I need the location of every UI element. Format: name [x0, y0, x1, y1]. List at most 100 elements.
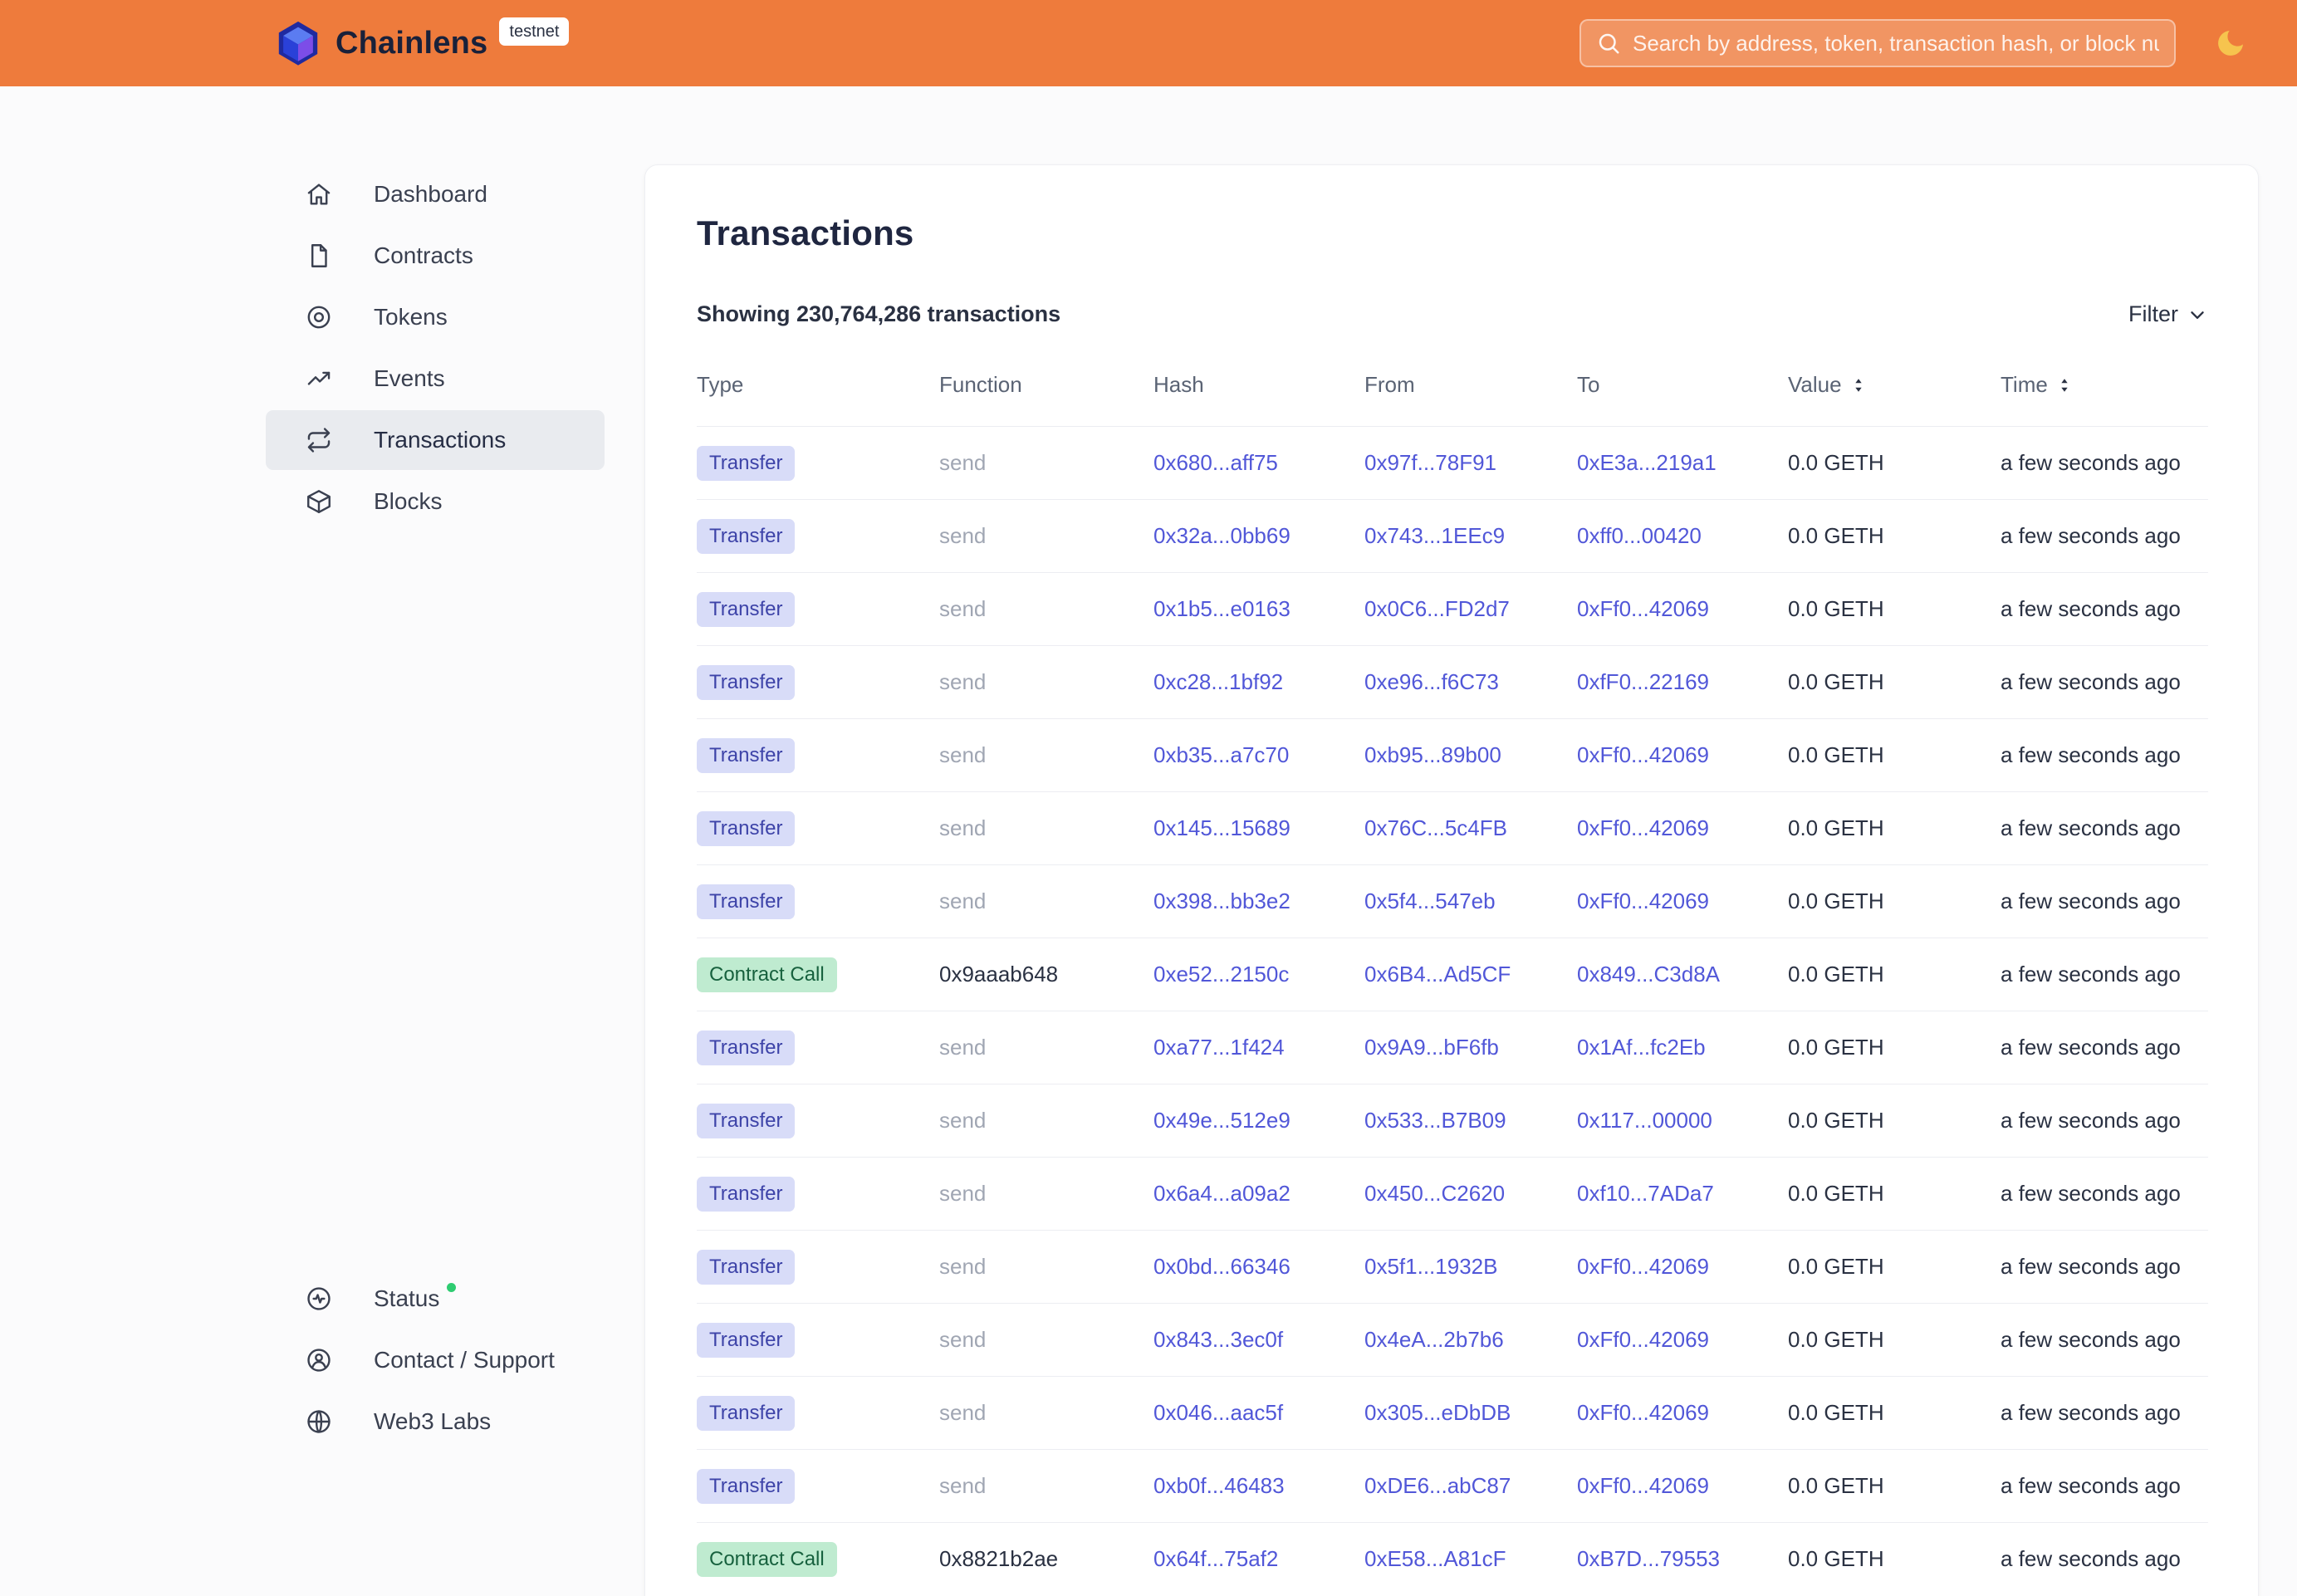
table-row: Transfersend0x680...aff750x97f...78F910x… — [697, 426, 2208, 499]
column-header-value[interactable]: Value — [1788, 372, 2001, 398]
search-bar[interactable] — [1579, 19, 2176, 67]
from-address-link[interactable]: 0x4eA...2b7b6 — [1364, 1327, 1504, 1352]
table-row: Transfersend0x145...156890x76C...5c4FB0x… — [697, 791, 2208, 864]
value-cell: 0.0 GETH — [1788, 962, 2001, 987]
to-address-link[interactable]: 0xfF0...22169 — [1577, 669, 1709, 694]
from-address-link[interactable]: 0xb95...89b00 — [1364, 742, 1501, 767]
from-cell: 0x305...eDbDB — [1364, 1400, 1577, 1426]
table-row: Transfersend0x046...aac5f0x305...eDbDB0x… — [697, 1376, 2208, 1449]
from-address-link[interactable]: 0x97f...78F91 — [1364, 450, 1496, 475]
type-cell: Transfer — [697, 1250, 939, 1285]
sort-icon — [1849, 376, 1868, 394]
sidebar-item-contact-support[interactable]: Contact / Support — [266, 1330, 605, 1390]
sidebar-item-transactions[interactable]: Transactions — [266, 410, 605, 470]
sidebar-item-label: Blocks — [374, 488, 442, 515]
time-cell: a few seconds ago — [2001, 1035, 2208, 1060]
sidebar-item-label: Contact / Support — [374, 1347, 555, 1373]
hash-cell: 0x49e...512e9 — [1153, 1108, 1364, 1133]
from-address-link[interactable]: 0x6B4...Ad5CF — [1364, 962, 1511, 986]
from-cell: 0x0C6...FD2d7 — [1364, 596, 1577, 622]
sidebar-item-contracts[interactable]: Contracts — [266, 226, 605, 286]
hash-link[interactable]: 0xb35...a7c70 — [1153, 742, 1289, 767]
hash-link[interactable]: 0xa77...1f424 — [1153, 1035, 1285, 1060]
type-cell: Transfer — [697, 592, 939, 627]
function-cell: send — [939, 450, 1153, 476]
token-icon — [305, 303, 333, 331]
from-address-link[interactable]: 0x5f4...547eb — [1364, 889, 1496, 913]
brand-name: Chainlens — [335, 26, 487, 61]
sidebar-item-label: Transactions — [374, 427, 506, 453]
from-address-link[interactable]: 0x450...C2620 — [1364, 1181, 1505, 1206]
hash-link[interactable]: 0x1b5...e0163 — [1153, 596, 1291, 621]
type-cell: Transfer — [697, 1031, 939, 1065]
to-address-link[interactable]: 0xff0...00420 — [1577, 523, 1702, 548]
sidebar-item-dashboard[interactable]: Dashboard — [266, 164, 605, 224]
hash-link[interactable]: 0x6a4...a09a2 — [1153, 1181, 1291, 1206]
hash-link[interactable]: 0xe52...2150c — [1153, 962, 1289, 986]
to-address-link[interactable]: 0x849...C3d8A — [1577, 962, 1720, 986]
to-address-link[interactable]: 0xFf0...42069 — [1577, 1473, 1709, 1498]
to-address-link[interactable]: 0xB7D...79553 — [1577, 1546, 1720, 1571]
from-cell: 0x5f1...1932B — [1364, 1254, 1577, 1280]
value-cell: 0.0 GETH — [1788, 1108, 2001, 1133]
hash-link[interactable]: 0x398...bb3e2 — [1153, 889, 1291, 913]
hash-cell: 0xb35...a7c70 — [1153, 742, 1364, 768]
sidebar-item-web3-labs[interactable]: Web3 Labs — [266, 1392, 605, 1452]
to-cell: 0xFf0...42069 — [1577, 742, 1788, 768]
to-cell: 0xE3a...219a1 — [1577, 450, 1788, 476]
function-cell: send — [939, 1035, 1153, 1060]
to-address-link[interactable]: 0xFf0...42069 — [1577, 1327, 1709, 1352]
hash-link[interactable]: 0x145...15689 — [1153, 815, 1291, 840]
hash-link[interactable]: 0x49e...512e9 — [1153, 1108, 1291, 1133]
time-cell: a few seconds ago — [2001, 815, 2208, 841]
value-cell: 0.0 GETH — [1788, 1400, 2001, 1426]
to-address-link[interactable]: 0x1Af...fc2Eb — [1577, 1035, 1706, 1060]
hash-link[interactable]: 0x64f...75af2 — [1153, 1546, 1278, 1571]
from-cell: 0xb95...89b00 — [1364, 742, 1577, 768]
to-address-link[interactable]: 0xFf0...42069 — [1577, 889, 1709, 913]
filter-button[interactable]: Filter — [2128, 301, 2208, 327]
to-address-link[interactable]: 0xFf0...42069 — [1577, 1400, 1709, 1425]
search-input[interactable] — [1633, 31, 2159, 56]
from-address-link[interactable]: 0x76C...5c4FB — [1364, 815, 1507, 840]
sidebar-item-events[interactable]: Events — [266, 349, 605, 409]
to-cell: 0xFf0...42069 — [1577, 815, 1788, 841]
hash-link[interactable]: 0x32a...0bb69 — [1153, 523, 1291, 548]
from-address-link[interactable]: 0xe96...f6C73 — [1364, 669, 1499, 694]
from-address-link[interactable]: 0x9A9...bF6fb — [1364, 1035, 1499, 1060]
to-address-link[interactable]: 0xE3a...219a1 — [1577, 450, 1717, 475]
to-address-link[interactable]: 0x117...00000 — [1577, 1108, 1712, 1133]
to-address-link[interactable]: 0xFf0...42069 — [1577, 742, 1709, 767]
to-address-link[interactable]: 0xFf0...42069 — [1577, 596, 1709, 621]
to-address-link[interactable]: 0xf10...7ADa7 — [1577, 1181, 1714, 1206]
from-address-link[interactable]: 0x533...B7B09 — [1364, 1108, 1506, 1133]
to-cell: 0xB7D...79553 — [1577, 1546, 1788, 1572]
search-icon — [1596, 31, 1621, 56]
sidebar-item-status[interactable]: Status — [266, 1269, 605, 1329]
table-row: Transfersend0x843...3ec0f0x4eA...2b7b60x… — [697, 1303, 2208, 1376]
hash-link[interactable]: 0x0bd...66346 — [1153, 1254, 1291, 1279]
hash-link[interactable]: 0xc28...1bf92 — [1153, 669, 1283, 694]
sidebar-item-blocks[interactable]: Blocks — [266, 472, 605, 531]
dark-mode-toggle-moon-icon[interactable] — [2214, 27, 2247, 60]
hash-link[interactable]: 0x843...3ec0f — [1153, 1327, 1283, 1352]
column-label: To — [1577, 372, 1599, 398]
from-address-link[interactable]: 0x305...eDbDB — [1364, 1400, 1511, 1425]
sidebar-footer-nav: Status Contact / Support Web3 Labs — [266, 1269, 605, 1453]
function-cell: send — [939, 1181, 1153, 1207]
hash-link[interactable]: 0x680...aff75 — [1153, 450, 1278, 475]
from-address-link[interactable]: 0x743...1EEc9 — [1364, 523, 1505, 548]
from-address-link[interactable]: 0x5f1...1932B — [1364, 1254, 1497, 1279]
hash-cell: 0x046...aac5f — [1153, 1400, 1364, 1426]
from-address-link[interactable]: 0x0C6...FD2d7 — [1364, 596, 1510, 621]
column-header-time[interactable]: Time — [2001, 372, 2208, 398]
column-label: Function — [939, 372, 1022, 398]
to-address-link[interactable]: 0xFf0...42069 — [1577, 1254, 1709, 1279]
hash-link[interactable]: 0x046...aac5f — [1153, 1400, 1283, 1425]
from-address-link[interactable]: 0xE58...A81cF — [1364, 1546, 1506, 1571]
hash-link[interactable]: 0xb0f...46483 — [1153, 1473, 1285, 1498]
status-icon — [305, 1285, 333, 1313]
from-address-link[interactable]: 0xDE6...abC87 — [1364, 1473, 1511, 1498]
sidebar-item-tokens[interactable]: Tokens — [266, 287, 605, 347]
to-address-link[interactable]: 0xFf0...42069 — [1577, 815, 1709, 840]
